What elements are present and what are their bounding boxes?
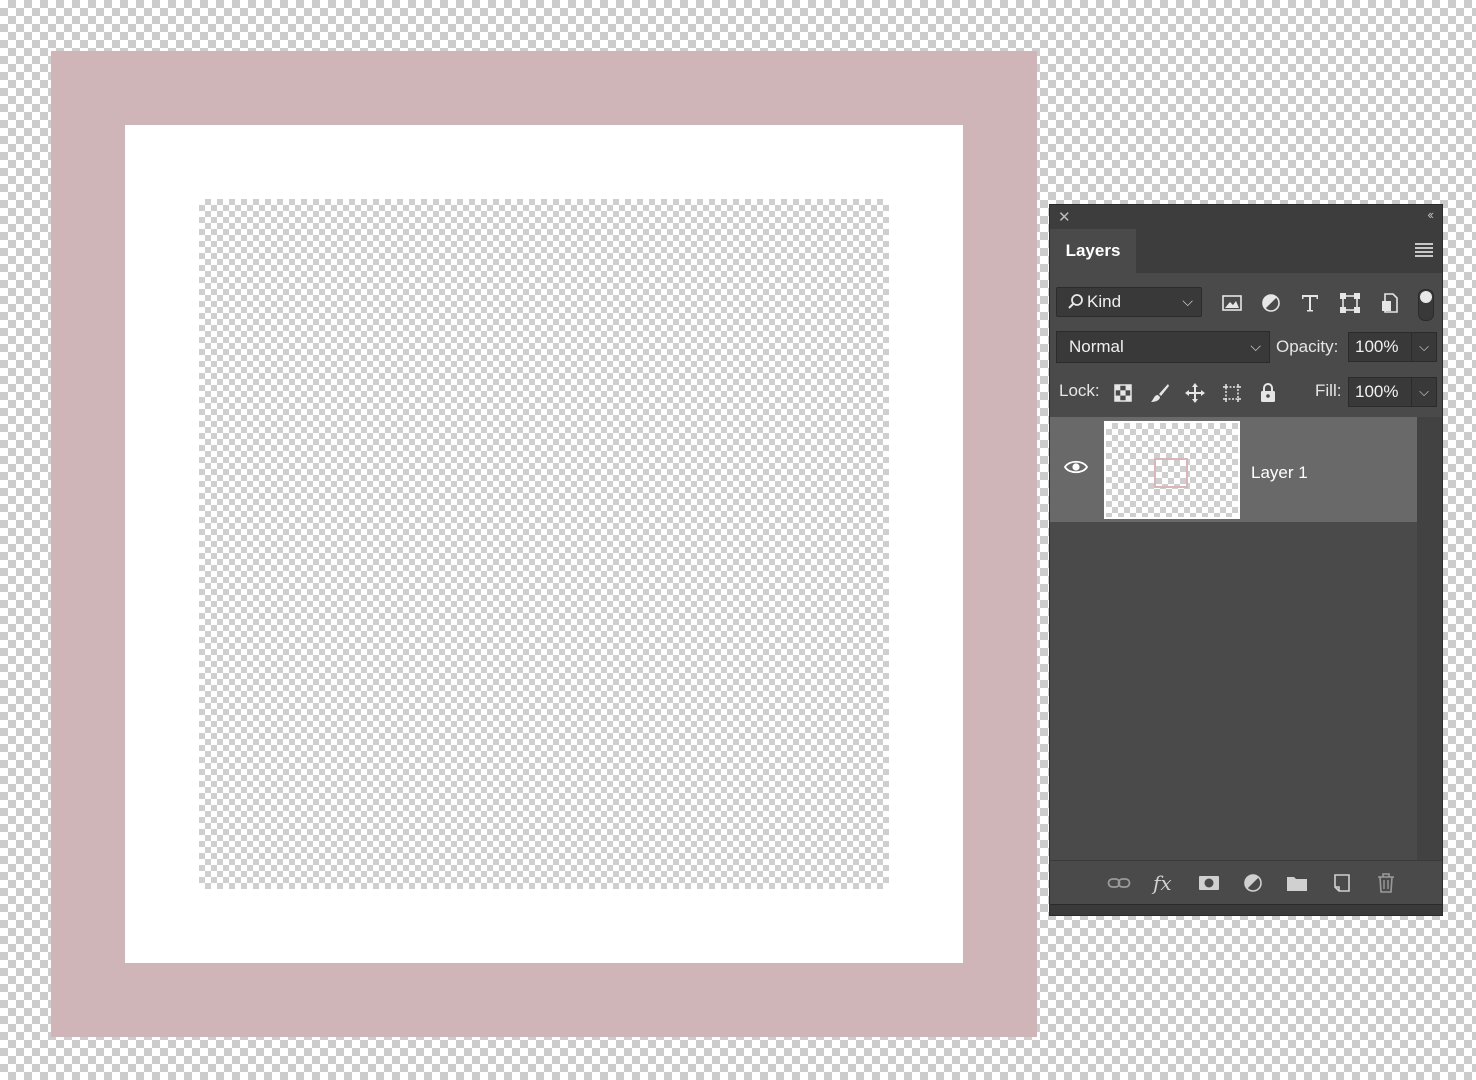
fill-label: Fill: [1315,381,1342,400]
lock-artboard-icon[interactable] [1220,381,1244,405]
blend-row: Normal ⌵ Opacity: 100% ⌵ [1050,331,1442,365]
new-adjustment-layer-icon[interactable] [1241,871,1265,895]
filter-toggle-switch[interactable] [1418,289,1434,321]
layer-filter-row: Kind ⌵ [1050,283,1442,323]
lock-position-icon[interactable] [1183,381,1207,405]
fx-icon[interactable]: fx [1153,871,1177,895]
layers-panel: ✕ ‹‹ Layers Kind ⌵ Normal ⌵ Opacity: 100… [1049,204,1443,916]
opacity-dropdown-icon[interactable]: ⌵ [1411,332,1437,362]
tab-layers[interactable]: Layers [1050,229,1136,273]
layer-thumbnail[interactable] [1104,421,1240,519]
frame-transparent-center [199,199,889,889]
panel-tab-bar: Layers [1050,229,1442,273]
thumbnail-frame-preview [1154,458,1188,488]
blend-mode-select[interactable]: Normal ⌵ [1056,331,1270,363]
panel-resize-handle[interactable] [1050,904,1442,915]
opacity-field[interactable]: 100% [1348,332,1412,362]
new-layer-icon[interactable] [1330,871,1354,895]
filter-kind-select[interactable]: Kind ⌵ [1056,287,1202,317]
adjustment-layer-filter-icon[interactable] [1259,291,1283,315]
new-group-icon[interactable] [1285,871,1309,895]
delete-layer-icon[interactable] [1374,871,1398,895]
fill-field[interactable]: 100% [1348,377,1412,407]
add-mask-icon[interactable] [1197,871,1221,895]
collapse-icon[interactable]: ‹‹ [1427,207,1434,222]
chevron-down-icon: ⌵ [1250,338,1261,354]
visibility-eye-icon[interactable] [1064,459,1088,475]
type-layer-filter-icon[interactable] [1298,291,1322,315]
layer-row[interactable]: Layer 1 [1050,417,1417,522]
opacity-label: Opacity: [1276,337,1339,356]
panel-title-bar[interactable]: ✕ ‹‹ [1050,205,1442,229]
smart-object-filter-icon[interactable] [1378,291,1402,315]
chevron-down-icon: ⌵ [1182,293,1193,309]
lock-image-pixels-icon[interactable] [1148,381,1172,405]
panel-menu-icon[interactable] [1415,243,1433,259]
pixel-layer-filter-icon[interactable] [1220,291,1244,315]
lock-row: Lock: Fill: 100% ⌵ [1050,371,1442,413]
fill-dropdown-icon[interactable]: ⌵ [1411,377,1437,407]
layers-scroll-area[interactable] [1417,417,1442,861]
panel-footer: fx [1050,860,1442,905]
shape-layer-filter-icon[interactable] [1338,291,1362,315]
lock-all-icon[interactable] [1256,381,1280,405]
link-layers-icon[interactable] [1107,871,1131,895]
lock-label: Lock: [1059,381,1100,400]
close-icon[interactable]: ✕ [1058,208,1071,226]
lock-transparent-pixels-icon[interactable] [1111,381,1135,405]
filter-kind-label: Kind [1087,292,1122,311]
layer-name[interactable]: Layer 1 [1251,463,1308,483]
blend-mode-value: Normal [1069,337,1124,356]
search-icon [1068,294,1083,309]
